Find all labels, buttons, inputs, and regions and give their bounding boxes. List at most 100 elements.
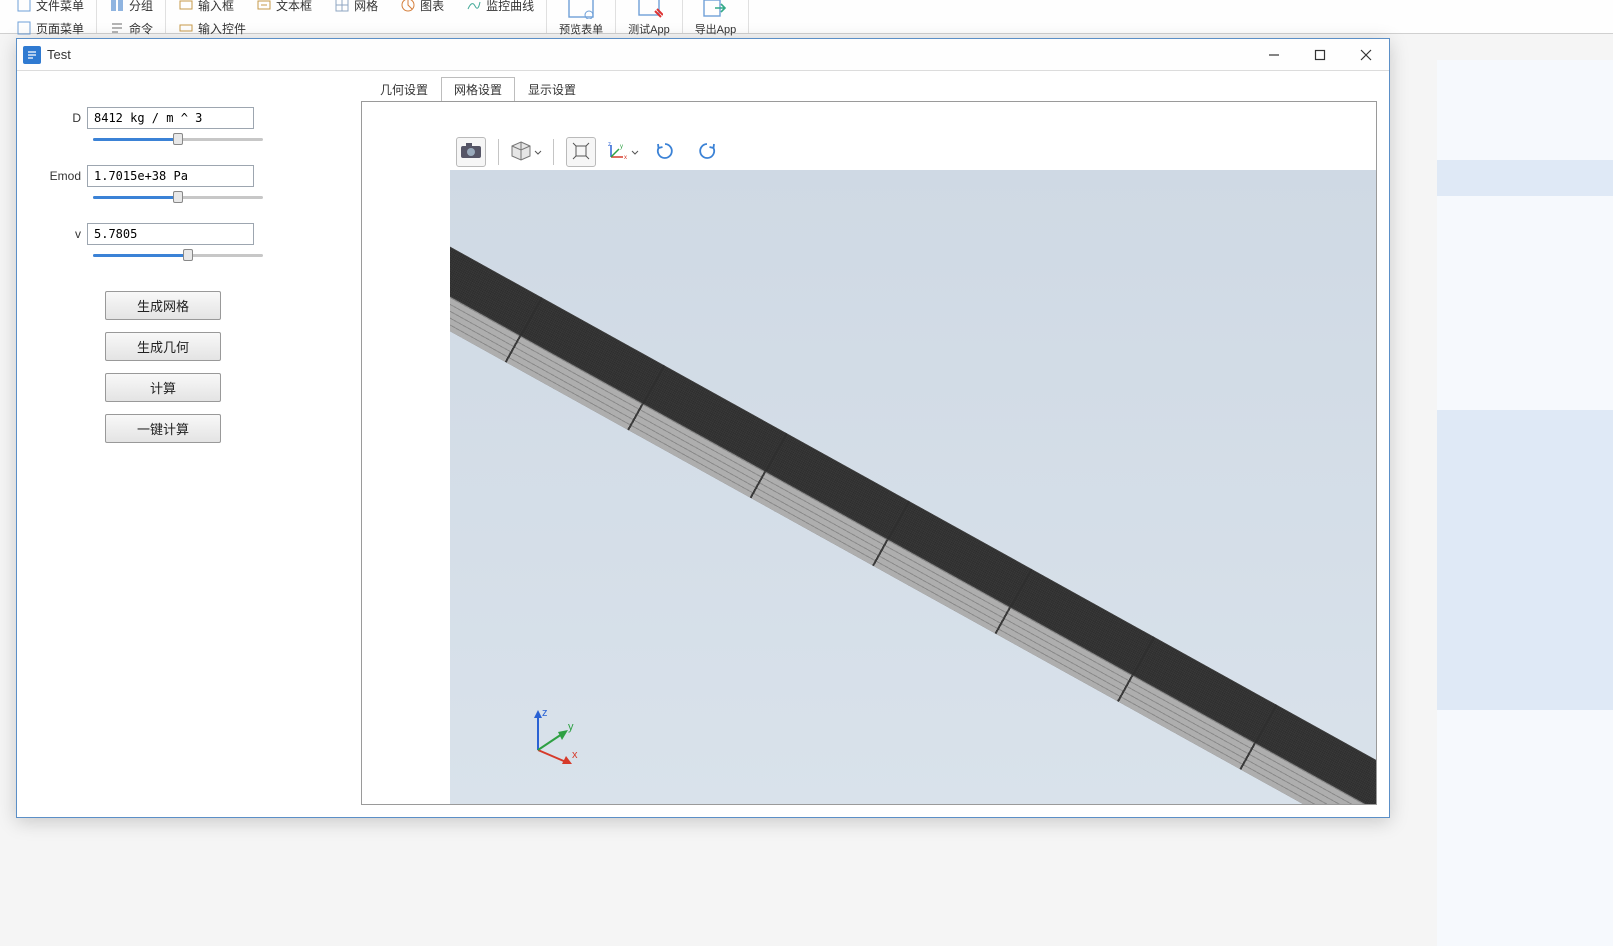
param-v: v bbox=[49, 223, 329, 245]
slider-fill bbox=[93, 138, 178, 141]
ribbon-page-menu[interactable]: 页面菜单 bbox=[12, 18, 88, 39]
ribbon-label: 监控曲线 bbox=[486, 0, 534, 14]
graphics-toolbar: zyx bbox=[450, 134, 728, 170]
mesh-beam bbox=[450, 230, 1376, 804]
compute-button[interactable]: 计算 bbox=[105, 373, 221, 402]
ribbon-file-menu[interactable]: 文件菜单 bbox=[12, 0, 88, 16]
background-right-strip bbox=[1437, 60, 1613, 946]
zoom-extents-button[interactable] bbox=[566, 137, 596, 167]
axis-icon: zyx bbox=[607, 141, 629, 164]
ribbon-preview-form[interactable]: 预览表单 bbox=[555, 0, 607, 39]
camera-icon bbox=[460, 142, 482, 163]
toolbar-separator bbox=[553, 139, 554, 165]
rotate-view-ccw-button[interactable] bbox=[692, 137, 722, 167]
bg-block bbox=[1437, 410, 1613, 710]
ribbon-label: 输入框 bbox=[198, 0, 234, 14]
slider-thumb[interactable] bbox=[183, 249, 193, 261]
testapp-icon bbox=[633, 0, 665, 20]
button-stack: 生成网格 生成几何 计算 一键计算 bbox=[105, 291, 329, 443]
param-d-slider[interactable] bbox=[93, 131, 263, 147]
left-panel: D Emod v bbox=[17, 71, 361, 817]
group-icon bbox=[109, 0, 125, 13]
cube-icon bbox=[510, 141, 532, 164]
inputbox-icon bbox=[178, 0, 194, 13]
chevron-down-icon bbox=[631, 145, 639, 160]
slider-thumb[interactable] bbox=[173, 191, 183, 203]
param-emod-input[interactable] bbox=[87, 165, 254, 187]
app-icon bbox=[23, 46, 41, 64]
command-icon bbox=[109, 20, 125, 36]
ribbon-label: 输入控件 bbox=[198, 20, 246, 37]
axis-triad: z x y bbox=[522, 706, 582, 766]
ribbon-input-control[interactable]: 输入控件 bbox=[174, 18, 538, 39]
ribbon-export-app[interactable]: 导出App bbox=[691, 0, 741, 39]
curve-icon bbox=[466, 0, 482, 13]
tab-mesh[interactable]: 网格设置 bbox=[441, 77, 515, 101]
param-emod-label: Emod bbox=[49, 169, 87, 183]
param-v-label: v bbox=[49, 227, 87, 241]
graphics-box: z y x bbox=[361, 101, 1377, 805]
param-v-input[interactable] bbox=[87, 223, 254, 245]
ribbon-label: 文件菜单 bbox=[36, 0, 84, 14]
close-button[interactable] bbox=[1343, 39, 1389, 71]
page-icon bbox=[16, 20, 32, 36]
app-body: D Emod v bbox=[17, 71, 1389, 817]
viewport-3d[interactable]: z x y bbox=[450, 170, 1376, 804]
svg-text:z: z bbox=[608, 142, 611, 148]
tab-geometry[interactable]: 几何设置 bbox=[367, 77, 441, 101]
mesh-beam-top bbox=[450, 230, 1376, 804]
slider-thumb[interactable] bbox=[173, 133, 183, 145]
ribbon-label: 网格 bbox=[354, 0, 378, 14]
window-title: Test bbox=[47, 47, 71, 62]
triad-y-label: y bbox=[568, 721, 574, 733]
chart-icon bbox=[400, 0, 416, 13]
generate-geometry-button[interactable]: 生成几何 bbox=[105, 332, 221, 361]
ribbon-label: 导出App bbox=[695, 21, 737, 37]
app-window: Test D Emod bbox=[16, 38, 1390, 818]
tab-display[interactable]: 显示设置 bbox=[515, 77, 589, 101]
triad-z-label: z bbox=[542, 707, 548, 719]
ribbon-text-box[interactable]: 文本框 bbox=[252, 0, 316, 16]
view-cube-button[interactable] bbox=[511, 137, 541, 167]
ribbon-chart[interactable]: 图表 bbox=[396, 0, 448, 16]
grid-icon bbox=[334, 0, 350, 13]
minimize-button[interactable] bbox=[1251, 39, 1297, 71]
inputcontrol-icon bbox=[178, 20, 194, 36]
ribbon-label: 图表 bbox=[420, 0, 444, 14]
param-emod-slider[interactable] bbox=[93, 189, 263, 205]
ribbon-group: 文件菜单 页面菜单 bbox=[4, 0, 97, 33]
slider-fill bbox=[93, 196, 178, 199]
rotate-view-button[interactable] bbox=[650, 137, 680, 167]
svg-text:x: x bbox=[624, 155, 627, 161]
slider-fill bbox=[93, 254, 188, 257]
rotate-ccw-icon bbox=[696, 141, 718, 164]
triad-x-label: x bbox=[572, 749, 578, 761]
ribbon-command[interactable]: 命令 bbox=[105, 18, 157, 39]
param-emod: Emod bbox=[49, 165, 329, 187]
viewport-inner bbox=[450, 170, 1376, 804]
oneclick-compute-button[interactable]: 一键计算 bbox=[105, 414, 221, 443]
maximize-button[interactable] bbox=[1297, 39, 1343, 71]
file-icon bbox=[16, 0, 32, 13]
titlebar[interactable]: Test bbox=[17, 39, 1389, 71]
ribbon-label: 预览表单 bbox=[559, 21, 603, 37]
generate-mesh-button[interactable]: 生成网格 bbox=[105, 291, 221, 320]
ribbon-label: 测试App bbox=[628, 21, 670, 37]
ribbon-test-app[interactable]: 测试App bbox=[624, 0, 674, 39]
param-v-slider[interactable] bbox=[93, 247, 263, 263]
axis-orientation-button[interactable]: zyx bbox=[608, 137, 638, 167]
ribbon-group-btn[interactable]: 分组 bbox=[105, 0, 157, 16]
ribbon: 文件菜单 页面菜单 分组 命令 输入框 bbox=[0, 0, 1613, 34]
ribbon-monitor-curve[interactable]: 监控曲线 bbox=[462, 0, 538, 16]
ribbon-grid[interactable]: 网格 bbox=[330, 0, 382, 16]
screenshot-button[interactable] bbox=[456, 137, 486, 167]
param-d: D bbox=[49, 107, 329, 129]
param-d-input[interactable] bbox=[87, 107, 254, 129]
ribbon-input-box[interactable]: 输入框 bbox=[174, 0, 238, 16]
rotate-cw-icon bbox=[654, 141, 676, 164]
exportapp-icon bbox=[699, 0, 731, 20]
zoom-extents-icon bbox=[571, 141, 591, 164]
toolbar-separator bbox=[498, 139, 499, 165]
preview-icon bbox=[565, 0, 597, 20]
textbox-icon bbox=[256, 0, 272, 13]
